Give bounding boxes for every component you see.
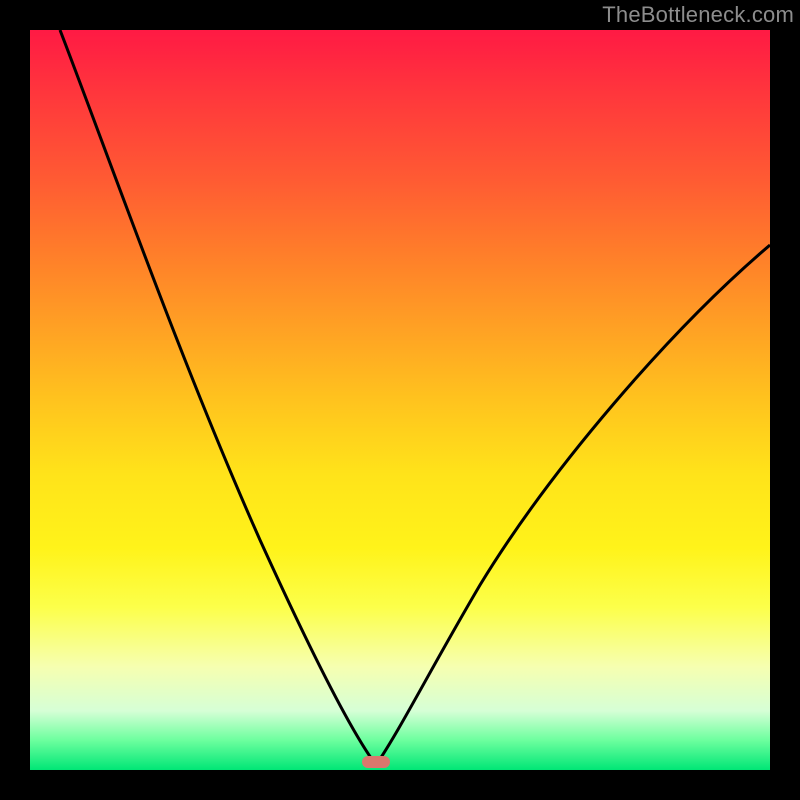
outer-frame: TheBottleneck.com: [0, 0, 800, 800]
curve-left-branch: [60, 30, 376, 765]
watermark-text: TheBottleneck.com: [602, 2, 794, 28]
curve-right-branch: [376, 245, 770, 765]
minimum-marker: [362, 756, 390, 768]
bottleneck-curve: [30, 30, 770, 770]
